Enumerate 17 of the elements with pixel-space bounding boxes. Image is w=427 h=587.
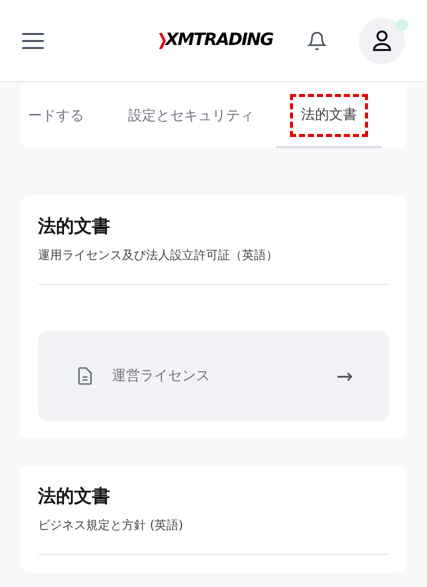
document-label: 運営ライセンス: [112, 366, 211, 386]
section-subtitle: ビジネス規定と方針 (英語): [38, 517, 184, 534]
menu-icon[interactable]: [22, 32, 44, 50]
bell-icon[interactable]: [307, 30, 327, 52]
arrow-label: →: [336, 363, 353, 390]
logo-slash-icon: [158, 32, 166, 48]
tab[interactable]: 設定とセキュリティ: [106, 84, 276, 148]
avatar-button[interactable]: [359, 18, 405, 64]
document-link[interactable]: 運営ライセンス →: [38, 331, 389, 421]
tab[interactable]: ードする: [20, 84, 106, 148]
user-icon: [372, 30, 392, 52]
section-subtitle: 運用ライセンス及び法人設立許可証（英語）: [38, 247, 279, 264]
document-icon: [78, 367, 92, 385]
section-title: 法的文書: [38, 485, 111, 509]
logo[interactable]: XMTRADING: [158, 28, 273, 54]
tab[interactable]: 法的文書: [276, 84, 382, 148]
section-title: 法的文書: [38, 215, 111, 239]
